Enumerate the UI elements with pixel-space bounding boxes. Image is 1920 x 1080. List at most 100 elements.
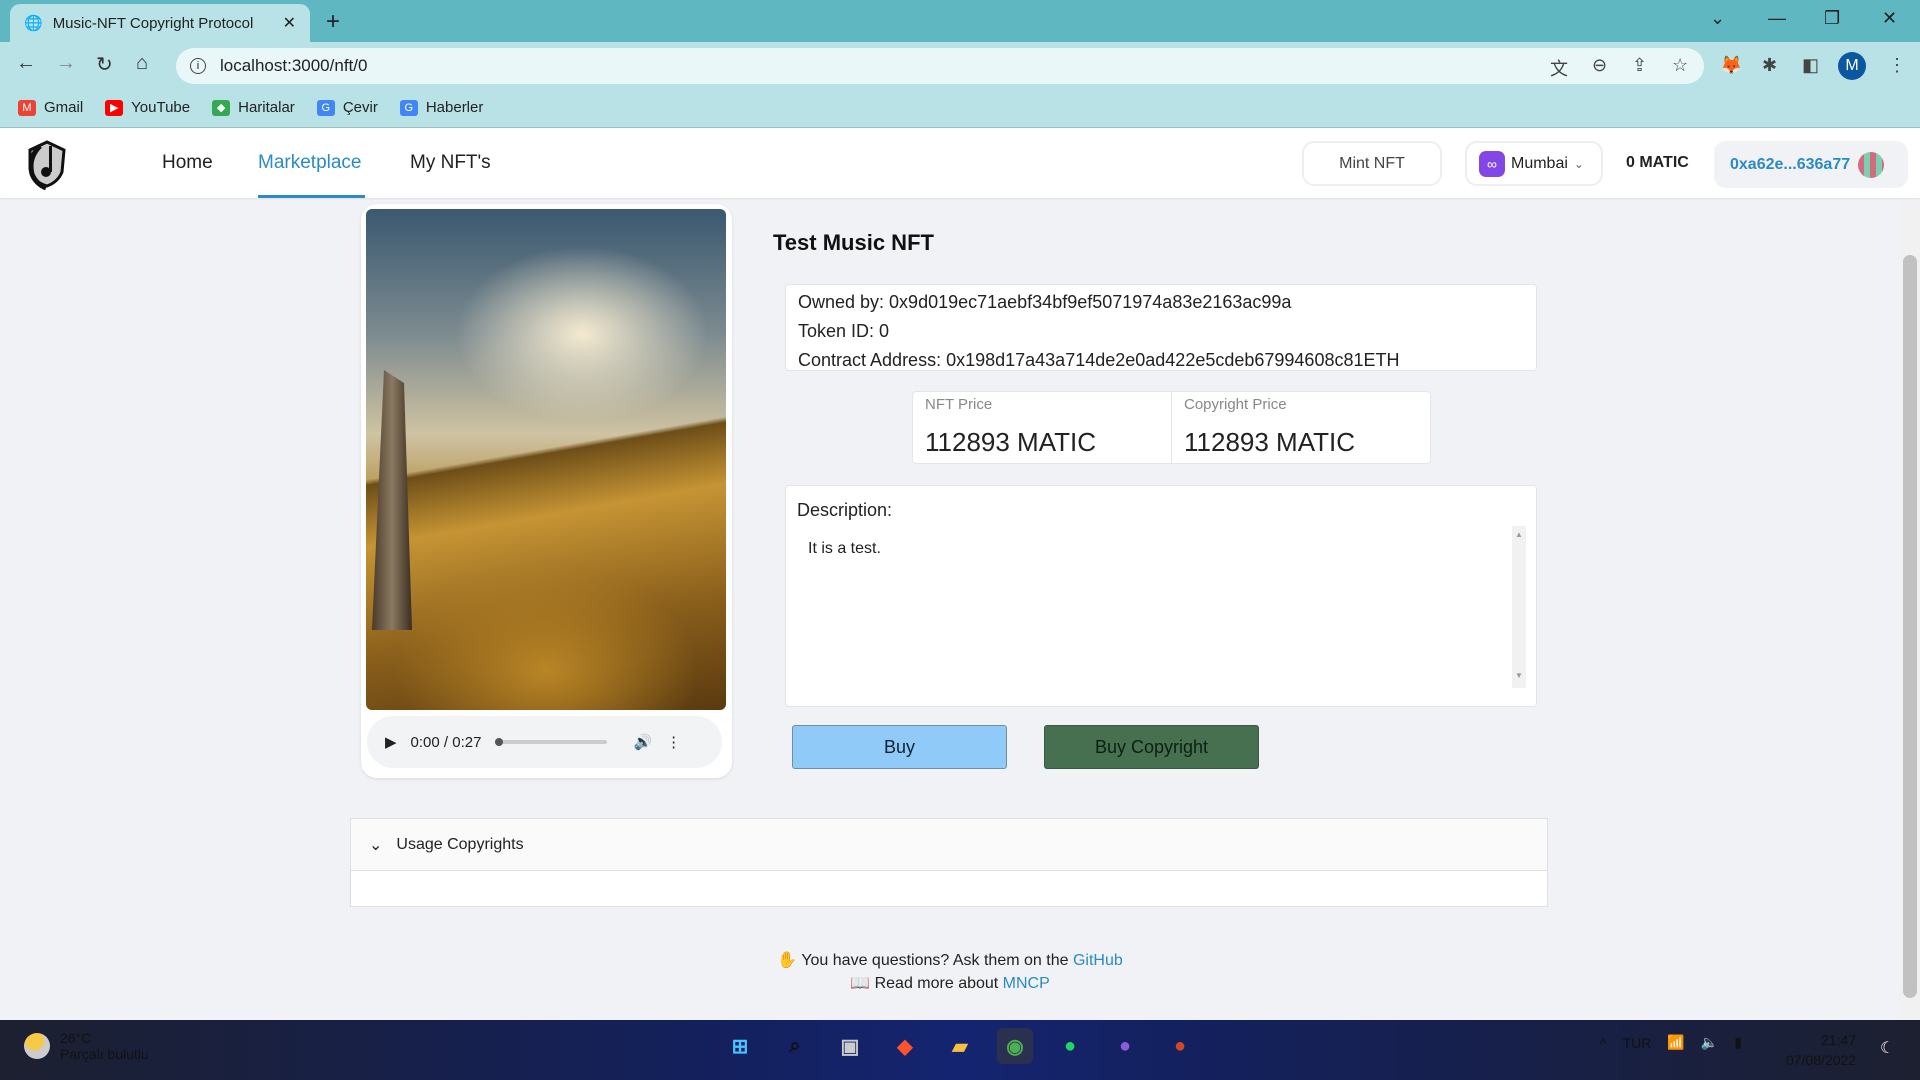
system-tray: ^ TUR 📶 🔈 ▮ [1600, 1034, 1742, 1051]
side-panel-icon[interactable]: ◧ [1802, 55, 1819, 76]
taskbar-apps: ⊞ ⌕ ▣ ◆ ▰ ◉ ● ● ● [722, 1028, 1198, 1064]
volume-icon[interactable]: 🔊 [633, 733, 652, 751]
nav-home[interactable]: Home [162, 152, 213, 174]
maps-icon: ◆ [212, 99, 231, 116]
chevron-down-icon: ⌄ [1573, 156, 1584, 171]
file-explorer-icon[interactable]: ▰ [942, 1028, 978, 1064]
weather-widget[interactable]: 26°C Parçalı bulutlu [24, 1030, 149, 1062]
nav-my-nfts[interactable]: My NFT's [410, 152, 491, 174]
globe-icon: 🌐 [24, 15, 43, 32]
translate-icon: G [316, 99, 335, 116]
speaker-icon[interactable]: 🔈 [1701, 1034, 1718, 1051]
network-selector[interactable]: ∞ Mumbai ⌄ [1465, 141, 1603, 186]
audio-seek-slider[interactable] [495, 738, 608, 746]
network-name: Mumbai [1511, 154, 1568, 172]
reload-icon[interactable]: ↻ [96, 52, 113, 77]
app-logo-icon[interactable] [24, 138, 70, 190]
audio-player[interactable]: ▶ 0:00 / 0:27 🔊 ⋮ [367, 716, 722, 768]
bookmark-star-icon[interactable]: ☆ [1672, 55, 1688, 76]
mncp-link[interactable]: MNCP [1003, 975, 1050, 992]
raised-hand-icon: ✋ [777, 952, 798, 969]
metamask-icon[interactable]: 🦊 [1720, 55, 1742, 76]
gmail-icon: M [18, 99, 36, 116]
identicon-icon [1858, 151, 1885, 178]
back-icon[interactable]: ← [16, 52, 36, 75]
news-icon: G [399, 99, 418, 116]
description-box: Description: It is a test. ▲ ▼ [785, 485, 1537, 707]
address-bar[interactable]: i localhost:3000/nft/0 [176, 48, 1704, 84]
github-desktop-icon[interactable]: ● [1107, 1028, 1143, 1064]
contract-address: Contract Address: 0x198d17a43a714de2e0ad… [798, 350, 1400, 370]
home-icon[interactable]: ⌂ [136, 52, 148, 75]
price-box: NFT Price 112893 MATIC Copyright Price 112… [912, 391, 1431, 464]
balance: 0 MATIC [1626, 154, 1689, 171]
powerpoint-icon[interactable]: ● [1162, 1028, 1198, 1064]
notifications-icon[interactable]: ☾ [1880, 1038, 1894, 1058]
forward-icon[interactable]: → [56, 52, 76, 75]
close-tab-icon[interactable]: ✕ [283, 13, 296, 33]
chevron-down-icon: ⌄ [369, 836, 383, 854]
zoom-icon[interactable]: ⊖ [1592, 55, 1607, 76]
buy-button[interactable]: Buy [792, 725, 1007, 769]
wifi-icon[interactable]: 📶 [1667, 1034, 1684, 1051]
nft-title: Test Music NFT [773, 230, 934, 255]
battery-icon[interactable]: ▮ [1734, 1034, 1742, 1051]
accordion-title: Usage Copyrights [396, 835, 524, 853]
close-window-icon[interactable]: ✕ [1882, 8, 1897, 29]
spotify-icon[interactable]: ● [1052, 1028, 1088, 1064]
chevron-up-icon[interactable]: ^ [1600, 1035, 1607, 1051]
bookmark-youtube[interactable]: ▶ YouTube [105, 99, 190, 116]
nft-info-box: Owned by: 0x9d019ec71aebf34bf9ef5071974a… [785, 284, 1537, 371]
account-button[interactable]: 0xa62e...636a77 [1714, 141, 1908, 188]
mint-nft-button[interactable]: Mint NFT [1302, 141, 1442, 186]
info-icon[interactable]: i [190, 58, 206, 74]
language[interactable]: TUR [1623, 1035, 1652, 1051]
owned-by: Owned by: 0x9d019ec71aebf34bf9ef5071974a… [798, 292, 1292, 312]
chrome-icon[interactable]: ◉ [997, 1028, 1033, 1064]
tab-title: Music-NFT Copyright Protocol [52, 14, 254, 32]
menu-dots-icon[interactable]: ⋮ [1888, 55, 1906, 76]
bookmark-maps[interactable]: ◆ Haritalar [212, 99, 295, 116]
profile-avatar[interactable]: M [1838, 52, 1866, 80]
brave-icon[interactable]: ◆ [887, 1028, 923, 1064]
bookmark-news[interactable]: G Haberler [399, 99, 483, 116]
minimize-icon[interactable]: — [1768, 8, 1786, 29]
nft-price: NFT Price 112893 MATIC [925, 396, 1097, 457]
accordion-header[interactable]: ⌄ Usage Copyrights [351, 819, 1547, 871]
clock[interactable]: 21:47 07/08/2022 [1786, 1030, 1856, 1070]
play-icon[interactable]: ▶ [385, 733, 397, 751]
partly-cloudy-icon [24, 1033, 50, 1059]
nft-artwork [366, 209, 726, 710]
tab-search-icon[interactable]: ⌄ [1710, 8, 1725, 29]
copyright-price: Copyright Price 112893 MATIC [1171, 392, 1430, 463]
url-text: localhost:3000/nft/0 [220, 56, 368, 75]
youtube-icon: ▶ [105, 99, 124, 116]
start-icon[interactable]: ⊞ [722, 1028, 758, 1064]
nav-marketplace[interactable]: Marketplace [258, 152, 362, 174]
translate-icon[interactable]: 文 [1550, 55, 1568, 81]
token-id: Token ID: 0 [798, 321, 890, 341]
buy-copyright-button[interactable]: Buy Copyright [1044, 725, 1259, 769]
more-options-icon[interactable]: ⋮ [666, 733, 681, 751]
github-link[interactable]: GitHub [1073, 952, 1123, 969]
usage-copyrights-accordion: ⌄ Usage Copyrights [350, 818, 1548, 907]
polygon-icon: ∞ [1479, 150, 1505, 177]
footer-questions: ✋ You have questions? Ask them on the Gi… [777, 952, 1123, 969]
bookmark-translate[interactable]: G Çevir [316, 99, 378, 116]
new-tab-button[interactable]: + [326, 8, 340, 36]
description-label: Description: [797, 500, 893, 520]
search-icon[interactable]: ⌕ [777, 1028, 813, 1064]
account-address: 0xa62e...636a77 [1730, 155, 1851, 173]
bookmarks-bar: M Gmail ▶ YouTube ◆ Haritalar G Çevir G Haber… [0, 88, 1920, 128]
bookmark-gmail[interactable]: M Gmail [18, 99, 83, 116]
audio-time: 0:00 / 0:27 [410, 733, 482, 751]
book-icon: 📖 [850, 975, 871, 992]
browser-tab[interactable]: 🌐 Music-NFT Copyright Protocol ✕ [10, 4, 310, 42]
share-icon[interactable]: ⇪ [1632, 55, 1647, 76]
restore-icon[interactable]: ❐ [1824, 8, 1840, 29]
description-scrollbar[interactable]: ▲ ▼ [1512, 526, 1526, 688]
extensions-icon[interactable]: ✱ [1762, 55, 1777, 76]
task-view-icon[interactable]: ▣ [832, 1028, 868, 1064]
scrollbar-thumb[interactable] [1903, 255, 1917, 998]
description-text[interactable]: It is a test. [808, 540, 881, 558]
